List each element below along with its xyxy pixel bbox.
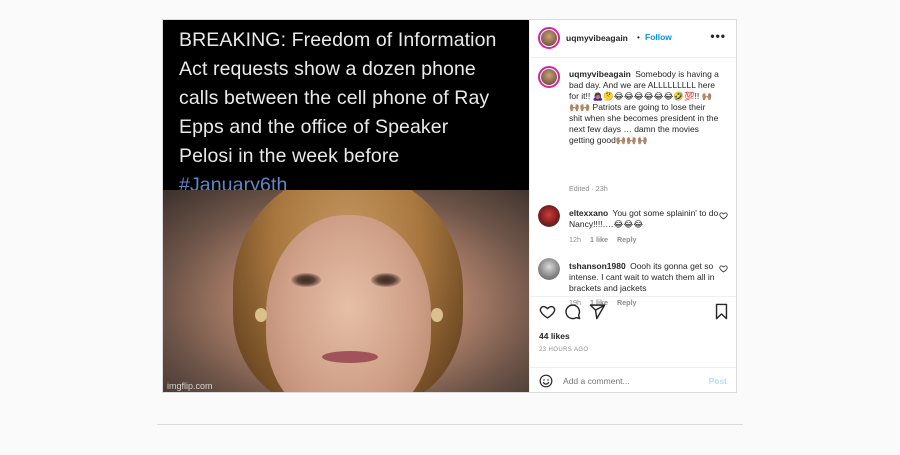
photo-earring bbox=[255, 308, 267, 322]
add-comment-bar: Post bbox=[530, 367, 736, 392]
heart-icon[interactable] bbox=[539, 303, 556, 320]
author-username[interactable]: uqmyvibeagain bbox=[566, 33, 628, 43]
post-sidebar: uqmyvibeagain • Follow ••• uqmyvibeagain… bbox=[529, 20, 736, 392]
photo-eye bbox=[291, 273, 321, 287]
commenter-avatar[interactable] bbox=[538, 205, 560, 227]
meme-line: BREAKING: Freedom of Information bbox=[179, 29, 497, 51]
meme-caption: BREAKING: Freedom of Information Act req… bbox=[179, 26, 525, 200]
post-timestamp: 23 HOURS AGO bbox=[539, 347, 589, 353]
comment-username[interactable]: tshanson1980 bbox=[569, 261, 626, 271]
photo-eye bbox=[371, 273, 401, 287]
photo-earring bbox=[431, 308, 443, 322]
caption-text-block: uqmyvibeagain Somebody is having a bad d… bbox=[569, 69, 719, 146]
like-comment-icon[interactable] bbox=[719, 211, 728, 220]
image-watermark: imgflip.com bbox=[167, 381, 213, 391]
like-comment-icon[interactable] bbox=[719, 264, 728, 273]
post-header: uqmyvibeagain • Follow ••• bbox=[530, 20, 736, 58]
comment-username[interactable]: eltexxano bbox=[569, 208, 608, 218]
bookmark-icon[interactable] bbox=[713, 303, 730, 320]
comments-list[interactable]: uqmyvibeagain Somebody is having a bad d… bbox=[530, 58, 736, 307]
share-icon[interactable] bbox=[589, 303, 606, 320]
more-options-icon[interactable]: ••• bbox=[710, 29, 726, 43]
post-card: BREAKING: Freedom of Information Act req… bbox=[162, 19, 737, 393]
photo-mouth bbox=[322, 351, 378, 363]
commenter-avatar[interactable] bbox=[538, 258, 560, 280]
meme-line: Act requests show a dozen phone bbox=[179, 58, 476, 80]
reply-button[interactable]: Reply bbox=[617, 235, 637, 244]
caption-username[interactable]: uqmyvibeagain bbox=[569, 69, 631, 79]
author-avatar[interactable] bbox=[538, 27, 560, 49]
emoji-icon[interactable] bbox=[539, 374, 553, 388]
comment-text-block: tshanson1980 Oooh its gonna get so inten… bbox=[569, 261, 719, 294]
comment-icon[interactable] bbox=[564, 303, 581, 320]
feed-divider bbox=[157, 424, 743, 425]
author-avatar[interactable] bbox=[538, 66, 560, 88]
meme-line: calls between the cell phone of Ray bbox=[179, 87, 490, 109]
comment-meta: 12h 1 like Reply bbox=[569, 235, 644, 244]
post-image[interactable]: BREAKING: Freedom of Information Act req… bbox=[163, 20, 529, 392]
caption-meta: Edited · 23h bbox=[569, 184, 608, 193]
portrait-photo: imgflip.com bbox=[163, 190, 529, 392]
separator-dot: • bbox=[637, 33, 640, 42]
meme-line: Epps and the office of Speaker bbox=[179, 116, 449, 138]
follow-button[interactable]: Follow bbox=[645, 32, 672, 42]
comment-time: 12h bbox=[569, 235, 581, 244]
likes-count[interactable]: 44 likes bbox=[539, 331, 570, 341]
post-comment-button[interactable]: Post bbox=[709, 376, 727, 386]
comment-input[interactable] bbox=[563, 376, 693, 386]
caption-text: Somebody is having a bad day. And we are… bbox=[569, 69, 719, 145]
comment-text-block: eltexxano You got some splainin' to do N… bbox=[569, 208, 719, 230]
comment-likes[interactable]: 1 like bbox=[590, 235, 608, 244]
photo-face bbox=[266, 215, 431, 392]
post-actions: 44 likes 23 HOURS AGO Post bbox=[530, 296, 736, 392]
meme-line: Pelosi in the week before bbox=[179, 145, 400, 167]
